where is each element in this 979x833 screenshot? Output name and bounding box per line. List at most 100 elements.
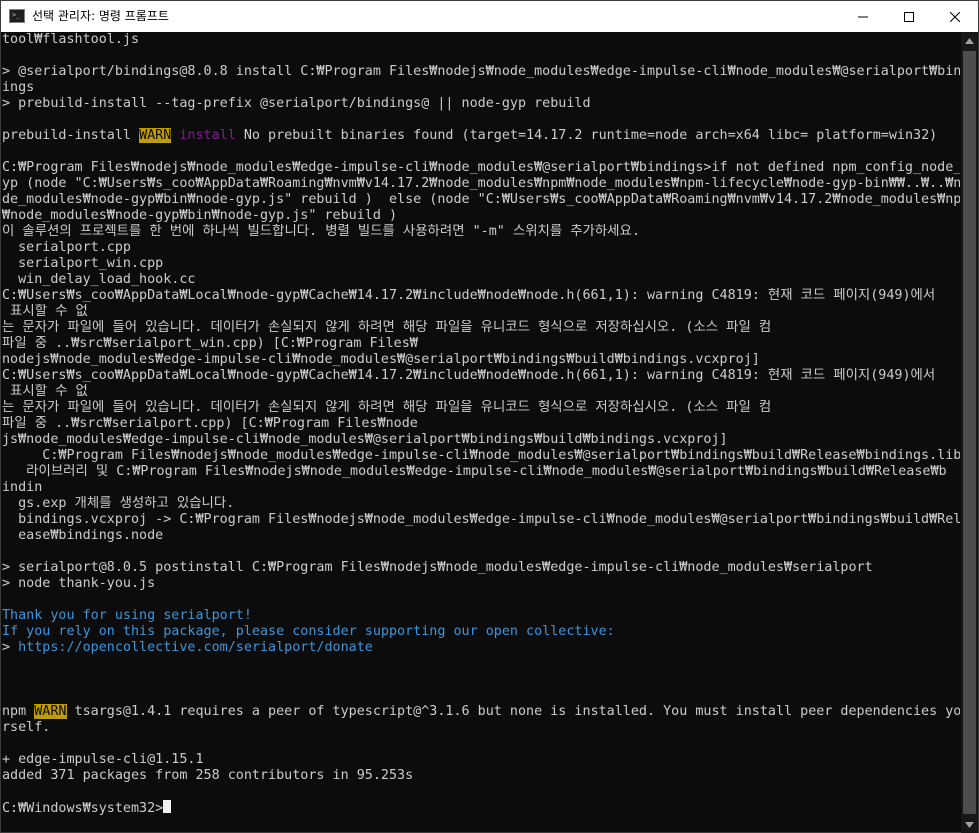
terminal-line: 는 문자가 파일에 들어 있습니다. 데이터가 손실되지 않게 하려면 해당 파… bbox=[2, 320, 960, 336]
info-message: Thank you for using serialport! bbox=[2, 608, 252, 623]
cmd-icon-glyph: >_ bbox=[12, 11, 21, 19]
terminal-text: indin bbox=[2, 480, 43, 495]
terminal-line: ease₩bindings.node bbox=[2, 528, 960, 544]
terminal-text: added 371 packages from 258 contributors… bbox=[2, 768, 414, 783]
terminal-text: 는 문자가 파일에 들어 있습니다. 데이터가 손실되지 않게 하려면 해당 파… bbox=[2, 320, 772, 335]
command-prompt-window: >_ 선택 관리자: 명령 프롬프트 tool₩flashtool.js > @s… bbox=[0, 0, 979, 833]
terminal-line: > @serialport/bindings@8.0.8 install C:₩… bbox=[2, 64, 960, 80]
title-bar[interactable]: >_ 선택 관리자: 명령 프롬프트 bbox=[1, 1, 978, 32]
terminal-line: > https://opencollective.com/serialport/… bbox=[2, 640, 960, 656]
terminal-line: + edge-impulse-cli@1.15.1 bbox=[2, 752, 960, 768]
terminal-line: C:₩Program Files₩nodejs₩node_modules₩edg… bbox=[2, 448, 960, 464]
terminal-text: ease₩bindings.node bbox=[2, 528, 164, 543]
terminal-line: prebuild-install WARN install No prebuil… bbox=[2, 128, 960, 144]
terminal-line: tool₩flashtool.js bbox=[2, 32, 960, 48]
terminal-text: serialport_win.cpp bbox=[2, 256, 164, 271]
scroll-thumb[interactable] bbox=[963, 51, 976, 814]
terminal-text: win_delay_load_hook.cc bbox=[2, 272, 196, 287]
terminal-line: > serialport@8.0.5 postinstall C:₩Progra… bbox=[2, 560, 960, 576]
window-title: 선택 관리자: 명령 프롬프트 bbox=[32, 9, 169, 23]
terminal-line: indin bbox=[2, 480, 960, 496]
terminal-line: 표시할 수 없 bbox=[2, 384, 960, 400]
minimize-button[interactable] bbox=[840, 1, 886, 32]
text-cursor bbox=[163, 800, 172, 813]
terminal-line: C:₩Users₩s_coo₩AppData₩Local₩node-gyp₩Ca… bbox=[2, 288, 960, 304]
vertical-scrollbar[interactable] bbox=[961, 32, 978, 833]
scroll-up-button[interactable] bbox=[961, 32, 978, 49]
terminal-text: + edge-impulse-cli@1.15.1 bbox=[2, 752, 204, 767]
terminal-text: gs.exp 개체를 생성하고 있습니다. bbox=[2, 496, 235, 511]
terminal-text: 라이브러리 및 C:₩Program Files₩nodejs₩node_mod… bbox=[2, 464, 947, 479]
terminal-line: 는 문자가 파일에 들어 있습니다. 데이터가 손실되지 않게 하려면 해당 파… bbox=[2, 400, 960, 416]
maximize-icon bbox=[904, 11, 914, 22]
terminal-text: serialport.cpp bbox=[2, 240, 131, 255]
terminal-text: > serialport@8.0.5 postinstall C:₩Progra… bbox=[2, 560, 873, 575]
terminal-text: 는 문자가 파일에 들어 있습니다. 데이터가 손실되지 않게 하려면 해당 파… bbox=[2, 400, 772, 415]
terminal-line: npm WARN tsargs@1.4.1 requires a peer of… bbox=[2, 704, 960, 720]
terminal-line: Thank you for using serialport! bbox=[2, 608, 960, 624]
terminal-line: nodejs₩node_modules₩edge-impulse-cli₩nod… bbox=[2, 352, 960, 368]
terminal-line: C:₩Program Files₩nodejs₩node_modules₩edg… bbox=[2, 160, 960, 176]
terminal-text: > prebuild-install --tag-prefix @serialp… bbox=[2, 96, 591, 111]
terminal-text: 파일 중 ..₩src₩serialport.cpp) [C:₩Program … bbox=[2, 416, 418, 431]
warn-badge: WARN bbox=[139, 128, 172, 143]
terminal-text: > node thank-you.js bbox=[2, 576, 156, 591]
donate-link[interactable]: https://opencollective.com/serialport/do… bbox=[18, 640, 373, 655]
scroll-down-arrow-icon bbox=[965, 821, 974, 828]
terminal-text: rself. bbox=[2, 720, 51, 735]
terminal-line: added 371 packages from 258 contributors… bbox=[2, 768, 960, 784]
terminal-line: C:₩Users₩s_coo₩AppData₩Local₩node-gyp₩Ca… bbox=[2, 368, 960, 384]
terminal-line: 파일 중 ..₩src₩serialport_win.cpp) [C:₩Prog… bbox=[2, 336, 960, 352]
terminal-line: 이 솔루션의 프로젝트를 한 번에 하나씩 빌드합니다. 병렬 빌드를 사용하려… bbox=[2, 224, 960, 240]
terminal-text: C:₩Windows₩system32> bbox=[2, 801, 164, 816]
close-button[interactable] bbox=[932, 1, 978, 32]
terminal-line: > prebuild-install --tag-prefix @serialp… bbox=[2, 96, 960, 112]
maximize-button[interactable] bbox=[886, 1, 932, 32]
terminal-text: C:₩Program Files₩nodejs₩node_modules₩edg… bbox=[2, 160, 960, 175]
terminal-text: 표시할 수 없 bbox=[2, 384, 88, 399]
terminal-text: tool₩flashtool.js bbox=[2, 32, 140, 47]
terminal-line: ₩node_modules₩node-gyp₩bin₩node-gyp.js" … bbox=[2, 208, 960, 224]
terminal-text: tsargs@1.4.1 requires a peer of typescri… bbox=[66, 704, 960, 719]
terminal-output[interactable]: tool₩flashtool.js > @serialport/bindings@… bbox=[2, 32, 960, 833]
terminal-line: 라이브러리 및 C:₩Program Files₩nodejs₩node_mod… bbox=[2, 464, 960, 480]
terminal-text: prebuild-install bbox=[2, 128, 140, 143]
terminal-text: C:₩Users₩s_coo₩AppData₩Local₩node-gyp₩Ca… bbox=[2, 288, 936, 303]
terminal-text: npm bbox=[2, 704, 35, 719]
minimize-icon bbox=[858, 16, 868, 17]
terminal-line: yp (node "C:₩Users₩s_coo₩AppData₩Roaming… bbox=[2, 176, 960, 192]
terminal-line: > node thank-you.js bbox=[2, 576, 960, 592]
terminal-line: bindings.vcxproj -> C:₩Program Files₩nod… bbox=[2, 512, 960, 528]
scroll-down-button[interactable] bbox=[961, 816, 978, 833]
terminal-text: 이 솔루션의 프로젝트를 한 번에 하나씩 빌드합니다. 병렬 빌드를 사용하려… bbox=[2, 224, 640, 239]
terminal-text: 파일 중 ..₩src₩serialport_win.cpp) [C:₩Prog… bbox=[2, 336, 418, 351]
terminal-line: serialport.cpp bbox=[2, 240, 960, 256]
terminal-line: de_modules₩node-gyp₩bin₩node-gyp.js" reb… bbox=[2, 192, 960, 208]
terminal-text: js₩node_modules₩edge-impulse-cli₩node_mo… bbox=[2, 432, 728, 447]
scroll-up-arrow-icon bbox=[965, 37, 974, 44]
terminal-line: rself. bbox=[2, 720, 960, 736]
terminal-line: If you rely on this package, please cons… bbox=[2, 624, 960, 640]
terminal-text: No prebuilt binaries found (target=14.17… bbox=[235, 128, 938, 143]
terminal-line: js₩node_modules₩edge-impulse-cli₩node_mo… bbox=[2, 432, 960, 448]
terminal-text: yp (node "C:₩Users₩s_coo₩AppData₩Roaming… bbox=[2, 176, 960, 191]
terminal-text: ₩node_modules₩node-gyp₩bin₩node-gyp.js" … bbox=[2, 208, 398, 223]
terminal-text: 표시할 수 없 bbox=[2, 304, 88, 319]
terminal-text: bindings.vcxproj -> C:₩Program Files₩nod… bbox=[2, 512, 960, 527]
terminal-line: ings bbox=[2, 80, 960, 96]
terminal-text: > bbox=[2, 640, 19, 655]
terminal-text: nodejs₩node_modules₩edge-impulse-cli₩nod… bbox=[2, 352, 760, 367]
terminal-text: > @serialport/bindings@8.0.8 install C:₩… bbox=[2, 64, 960, 79]
terminal-line: 파일 중 ..₩src₩serialport.cpp) [C:₩Program … bbox=[2, 416, 960, 432]
close-icon bbox=[950, 11, 960, 22]
cmd-icon[interactable]: >_ bbox=[9, 9, 25, 23]
